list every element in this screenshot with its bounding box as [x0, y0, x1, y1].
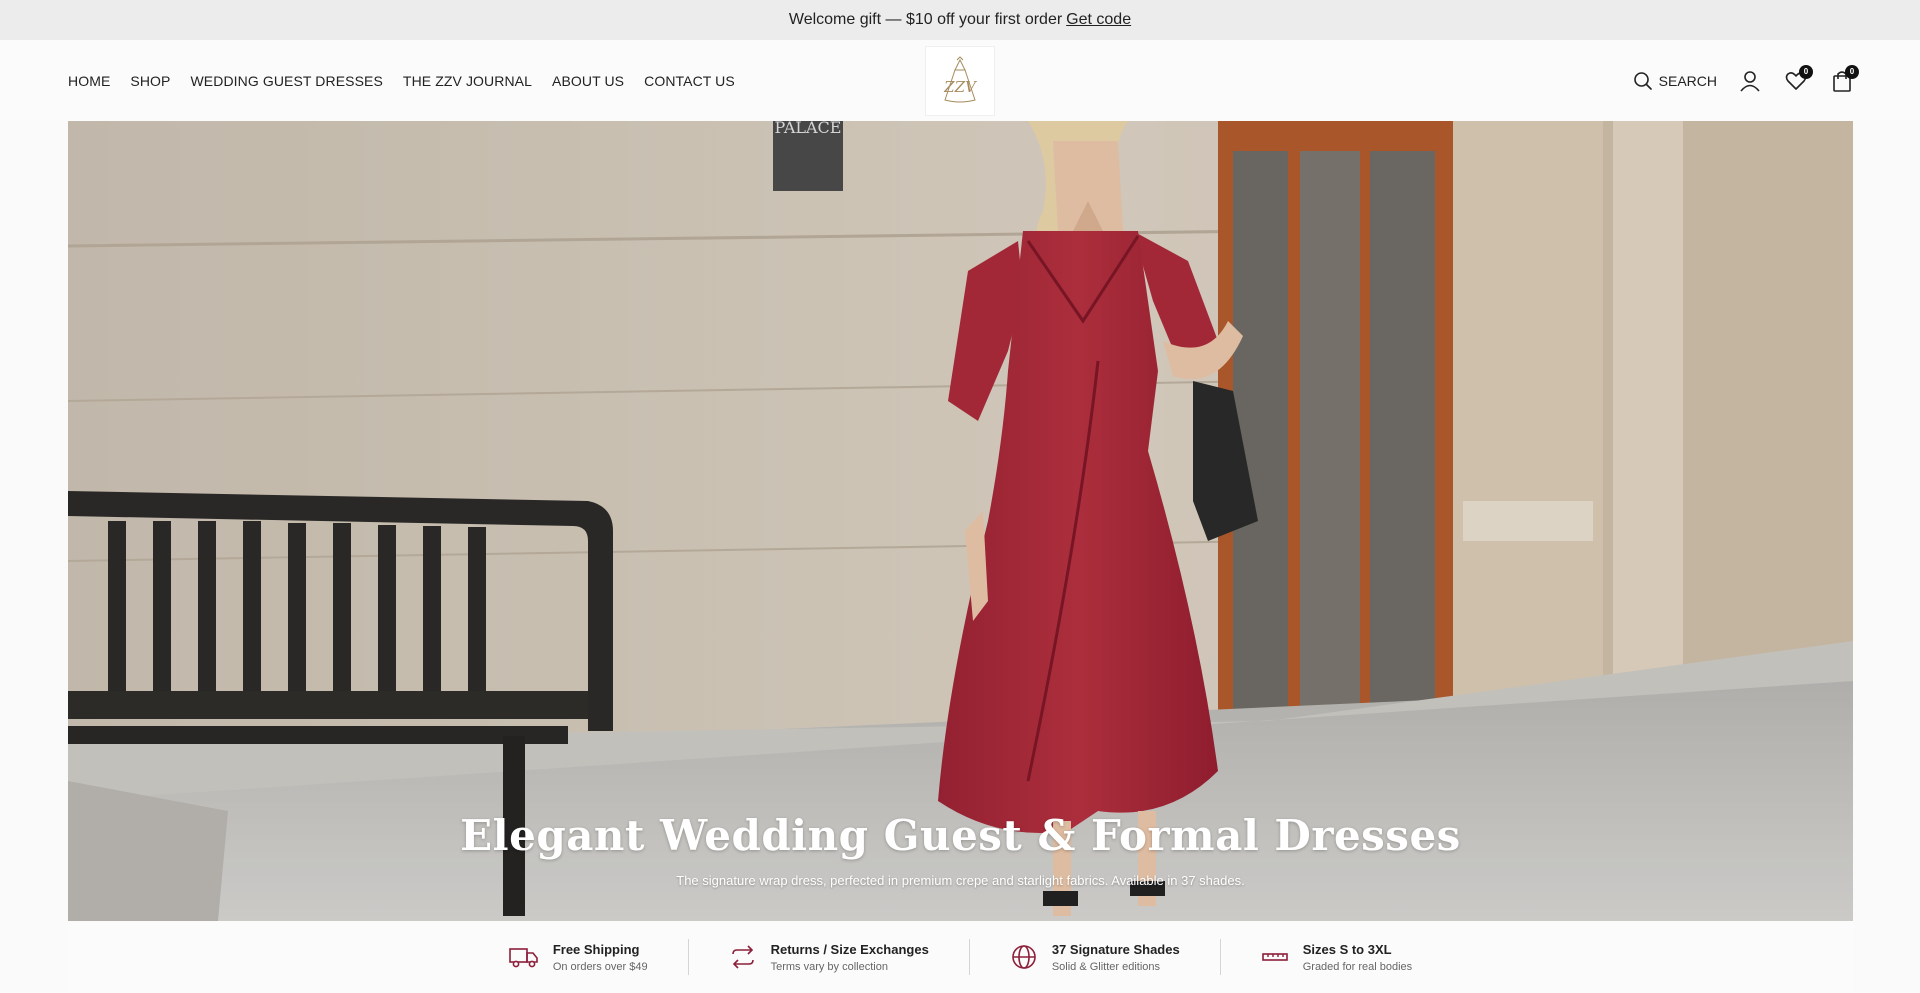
get-code-link[interactable]: Get code — [1066, 11, 1131, 29]
site-header: HOME SHOP WEDDING GUEST DRESSES THE ZZV … — [0, 40, 1920, 121]
search-icon — [1633, 71, 1652, 90]
announcement-bar: Welcome gift — $10 off your first order … — [0, 0, 1920, 40]
account-icon — [1740, 70, 1760, 92]
exchange-icon — [731, 945, 754, 969]
feature-subtitle: Terms vary by collection — [770, 960, 888, 973]
logo-mark: ZZV — [943, 78, 978, 96]
feature-subtitle: Solid & Glitter editions — [1051, 960, 1161, 973]
feature-shades: 37 Signature Shades Solid & Glitter edit… — [968, 939, 1220, 975]
search-label: SEARCH — [1658, 72, 1717, 89]
search-button[interactable]: SEARCH — [1633, 71, 1717, 91]
nav-item-about-us[interactable]: ABOUT US — [552, 73, 624, 89]
nav-item-home[interactable]: HOME — [68, 73, 110, 89]
feature-free-shipping: Free Shipping On orders over $49 — [469, 939, 688, 975]
nav-item-contact-us[interactable]: CONTACT US — [644, 73, 735, 89]
truck-icon — [509, 948, 538, 968]
feature-title: Returns / Size Exchanges — [770, 941, 929, 957]
wishlist-button[interactable]: 0 — [1783, 64, 1813, 94]
hero-banner[interactable]: PALACE — [68, 121, 1853, 921]
announcement-text: Welcome gift — $10 off your first order — [788, 11, 1063, 28]
nav-item-shop[interactable]: SHOP — [130, 73, 170, 89]
nav-item-journal[interactable]: THE ZZV JOURNAL — [403, 73, 532, 89]
logo-dress-icon: ZZV — [943, 56, 978, 103]
feature-sizes: Sizes S to 3XL Graded for real bodies — [1219, 939, 1452, 975]
wishlist-count-badge: 0 — [1799, 64, 1813, 79]
account-button[interactable] — [1737, 68, 1763, 94]
feature-title: 37 Signature Shades — [1051, 941, 1180, 957]
hero-image: PALACE — [68, 121, 1853, 921]
feature-subtitle: On orders over $49 — [552, 960, 648, 973]
site-logo[interactable]: ZZV — [925, 46, 995, 116]
nav-item-wedding-guest-dresses[interactable]: WEDDING GUEST DRESSES — [190, 73, 382, 89]
main-nav: HOME SHOP WEDDING GUEST DRESSES THE ZZV … — [68, 40, 735, 121]
hero-subtitle: The signature wrap dress, perfected in p… — [676, 873, 1245, 888]
ruler-icon — [1261, 953, 1288, 961]
cart-button[interactable]: 0 — [1829, 64, 1859, 94]
feature-title: Free Shipping — [552, 941, 640, 957]
feature-title: Sizes S to 3XL — [1302, 941, 1392, 957]
globe-icon — [1012, 945, 1036, 969]
feature-subtitle: Graded for real bodies — [1302, 960, 1413, 973]
feature-returns: Returns / Size Exchanges Terms vary by c… — [687, 939, 969, 975]
cart-count-badge: 0 — [1845, 64, 1859, 79]
hero-title: Elegant Wedding Guest & Formal Dresses — [460, 811, 1461, 860]
header-tools: SEARCH 0 0 — [1633, 40, 1859, 121]
feature-strip: Free Shipping On orders over $49 Returns… — [68, 921, 1853, 993]
